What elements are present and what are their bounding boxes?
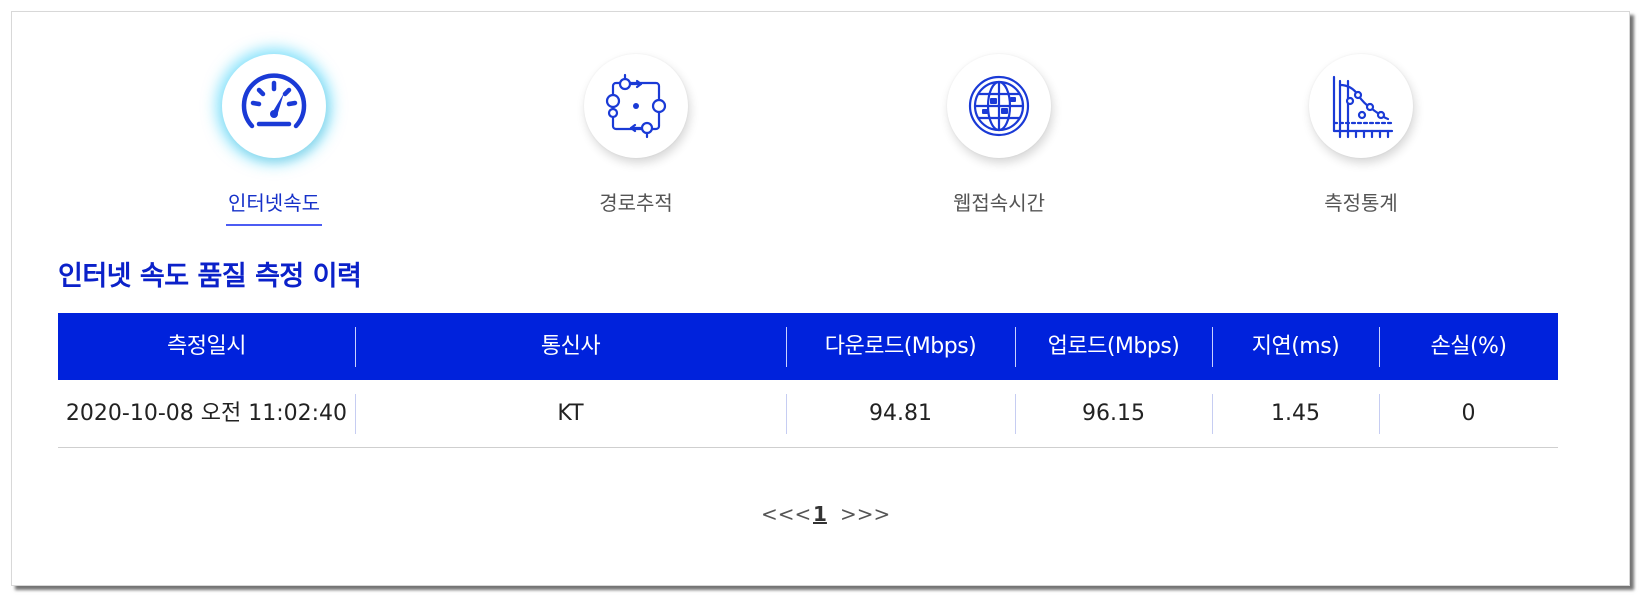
cell-upload: 96.15 (1082, 401, 1145, 426)
tab-internet-speed[interactable]: 인터넷속도 (164, 44, 384, 234)
column-divider (355, 327, 356, 367)
tab-label: 측정통계 (1324, 191, 1398, 215)
column-divider (355, 394, 356, 434)
tab-label: 경로추적 (599, 191, 673, 215)
statistics-chart-icon (1332, 75, 1394, 139)
tab-icon-circle (584, 54, 688, 158)
active-tab-indicator (226, 224, 322, 226)
route-trace-icon (605, 73, 667, 139)
globe-icon (968, 75, 1030, 137)
cell-loss: 0 (1461, 401, 1476, 426)
cell-measured-at: 2020-10-08 오전 11:02:40 (65, 401, 348, 426)
column-header-download: 다운로드(Mbps) (824, 334, 977, 359)
column-header-latency: 지연(ms) (1251, 334, 1340, 359)
tab-web-access-time[interactable]: 웹접속시간 (889, 44, 1109, 234)
tab-route-trace[interactable]: 경로추적 (526, 44, 746, 234)
column-divider (1379, 327, 1380, 367)
table-row: 2020-10-08 오전 11:02:40 KT 94.81 96.15 1.… (58, 380, 1558, 448)
cell-carrier: KT (557, 401, 584, 426)
column-header-upload: 업로드(Mbps) (1047, 334, 1180, 359)
pagination-next-button[interactable]: >>> (840, 502, 890, 526)
cell-latency: 1.45 (1271, 401, 1320, 426)
column-divider (786, 327, 787, 367)
tab-icon-circle (947, 54, 1051, 158)
column-divider (1212, 327, 1213, 367)
column-divider (1015, 327, 1016, 367)
cell-download: 94.81 (869, 401, 932, 426)
column-divider (786, 394, 787, 434)
tab-label: 웹접속시간 (953, 191, 1045, 215)
table-header-row: 측정일시 통신사 다운로드(Mbps) 업로드(Mbps) 지연(ms) 손실(… (58, 313, 1558, 380)
tab-icon-circle (222, 54, 326, 158)
pagination-prev-button[interactable]: <<< (761, 502, 811, 526)
page-frame: 인터넷속도 경로추적 웹접속시간 측정통계 인터넷 속도 품질 측정 이력 측정… (11, 11, 1630, 586)
tab-icon-circle (1309, 54, 1413, 158)
tab-label: 인터넷속도 (228, 191, 320, 215)
tab-statistics[interactable]: 측정통계 (1251, 44, 1471, 234)
column-divider (1212, 394, 1213, 434)
pagination-page-1[interactable]: 1 (813, 502, 827, 526)
speedometer-icon (241, 73, 307, 129)
section-title: 인터넷 속도 품질 측정 이력 (58, 261, 362, 292)
column-header-carrier: 통신사 (540, 334, 601, 359)
column-header-loss: 손실(%) (1430, 334, 1507, 359)
column-header-measured-at: 측정일시 (167, 334, 246, 359)
column-divider (1015, 394, 1016, 434)
measurement-history-table: 측정일시 통신사 다운로드(Mbps) 업로드(Mbps) 지연(ms) 손실(… (58, 313, 1558, 448)
column-divider (1379, 394, 1380, 434)
